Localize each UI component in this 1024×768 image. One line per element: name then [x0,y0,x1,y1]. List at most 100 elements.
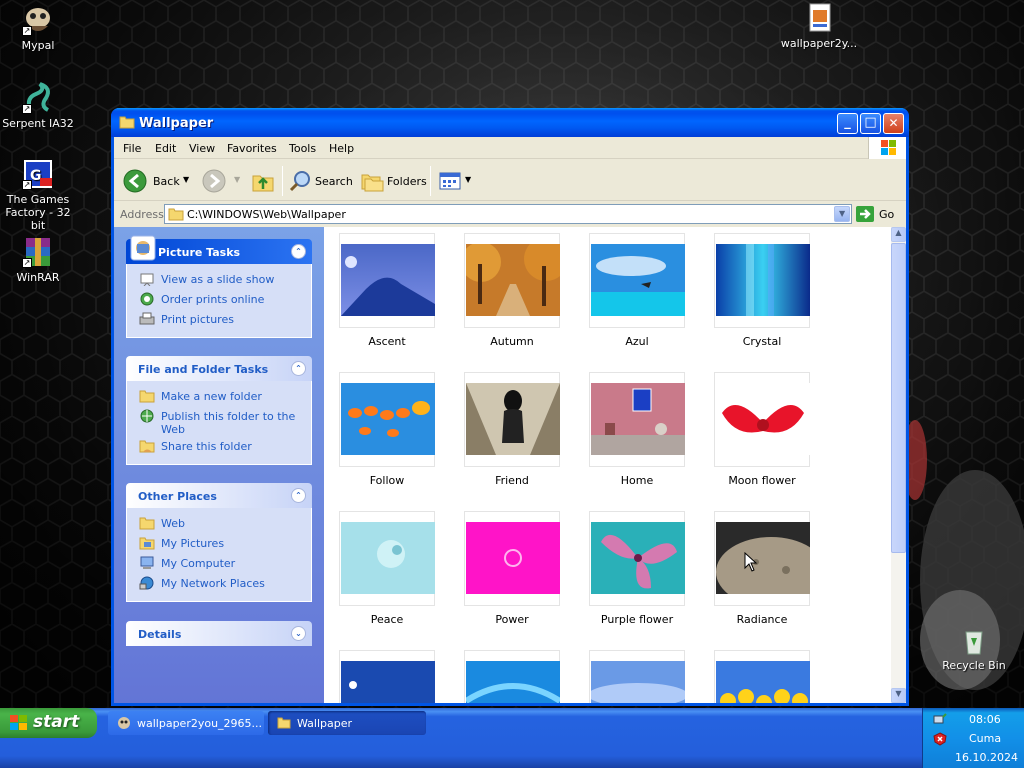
scroll-up-button[interactable]: ▲ [891,227,906,242]
forward-button[interactable]: ▼ [202,168,242,194]
picture-tasks-header[interactable]: Picture Tasks ⌃ [126,235,312,264]
share-folder-link[interactable]: Share this folder [127,438,311,458]
file-folder-tasks-header[interactable]: File and Folder Tasks ⌃ [126,356,312,381]
start-button[interactable]: start [0,708,97,738]
desktop-icon-games-factory[interactable]: G ↗ The Games Factory - 32 bit [0,158,78,232]
radiance-image [716,522,810,594]
folder-icon [168,208,184,221]
go-label[interactable]: Go [879,208,894,221]
other-places-header[interactable]: Other Places ⌃ [126,483,312,508]
order-prints-link[interactable]: Order prints online [127,291,311,311]
desktop-icon-mypal[interactable]: ↗ Mypal [0,4,78,52]
thumbnail-crystal[interactable] [714,233,810,328]
view-slideshow-link[interactable]: View as a slide show [127,271,311,291]
collapse-icon[interactable]: ⌃ [291,244,306,259]
clock-time[interactable]: 08:06 [969,713,1001,726]
publish-web-icon [140,409,154,423]
place-my-computer-link[interactable]: My Computer [127,555,311,575]
place-web-link[interactable]: Web [127,515,311,535]
thumbnail-power[interactable] [464,511,560,606]
collapse-icon[interactable]: ⌃ [291,361,306,376]
desktop-icon-recycle-bin[interactable]: Recycle Bin [934,624,1014,672]
menu-edit[interactable]: Edit [155,142,176,155]
go-button[interactable] [856,206,874,222]
desktop-icon-label: WinRAR [16,271,60,284]
address-input[interactable]: C:\WINDOWS\Web\Wallpaper ▼ [164,204,852,224]
thumbnail-partial[interactable] [589,650,685,703]
title-bar[interactable]: Wallpaper _ □ ✕ [111,108,909,137]
new-folder-link[interactable]: Make a new folder [127,388,311,408]
taskbar-item-wallpaper[interactable]: Wallpaper [268,711,426,735]
details-header[interactable]: Details ⌄ [126,621,312,646]
file-name[interactable]: Peace [325,613,449,626]
explorer-window: Wallpaper _ □ ✕ File Edit View Favorites… [111,108,909,706]
security-alert-icon[interactable] [933,732,947,746]
thumbnail-partial[interactable] [339,650,435,703]
thumbnail-radiance[interactable] [714,511,810,606]
expand-icon[interactable]: ⌄ [291,626,306,641]
minimize-button[interactable]: _ [837,113,858,134]
folders-button[interactable]: Folders [360,168,427,194]
taskbar-item-label: wallpaper2you_2965... [137,717,263,730]
file-name[interactable]: Autumn [450,335,574,348]
file-name[interactable]: Moon flower [700,474,824,487]
file-name[interactable]: Power [450,613,574,626]
file-name[interactable]: Purple flower [575,613,699,626]
file-name[interactable]: Home [575,474,699,487]
vertical-scrollbar[interactable]: ▲ ▼ [891,227,906,703]
scroll-thumb[interactable] [891,243,906,553]
views-icon [439,172,461,190]
menu-file[interactable]: File [123,142,141,155]
file-folder-tasks-title: File and Folder Tasks [138,363,269,376]
thumbnail-ascent[interactable] [339,233,435,328]
file-name[interactable]: Follow [325,474,449,487]
thumbnail-partial[interactable] [464,650,560,703]
collapse-icon[interactable]: ⌃ [291,488,306,503]
details-panel: Details ⌄ [126,621,312,646]
publish-web-link[interactable]: Publish this folder to the Web [127,408,311,438]
maximize-button[interactable]: □ [860,113,881,134]
close-button[interactable]: ✕ [883,113,904,134]
home-image [591,383,685,455]
up-folder-button[interactable] [250,168,276,194]
serpent-icon: ↗ [22,82,54,114]
shortcut-arrow-icon: ↗ [22,26,32,36]
file-name[interactable]: Crystal [700,335,824,348]
thumbnail-autumn[interactable] [464,233,560,328]
search-button[interactable]: Search [288,168,354,194]
taskbar-item-wallpaper2you[interactable]: wallpaper2you_2965... [108,711,264,735]
desktop-icon-label: Serpent IA32 [2,117,74,130]
file-name[interactable]: Ascent [325,335,449,348]
print-pictures-link[interactable]: Print pictures [127,311,311,331]
start-label: start [33,712,80,732]
mypal-icon: ↗ [22,4,54,36]
file-name[interactable]: Azul [575,335,699,348]
azul-image [591,244,685,316]
desktop-icon-wallpaper-file[interactable]: wallpaper2y... [778,2,860,50]
views-button[interactable]: ▼ [438,168,472,194]
place-network-link[interactable]: My Network Places [127,575,311,595]
menu-help[interactable]: Help [329,142,354,155]
thumbnail-partial[interactable] [714,650,810,703]
address-dropdown-button[interactable]: ▼ [834,206,850,222]
thumbnail-friend[interactable] [464,372,560,467]
thumbnail-peace[interactable] [339,511,435,606]
network-tray-icon[interactable] [933,713,947,727]
thumbnail-home[interactable] [589,372,685,467]
forward-arrow-icon [202,169,226,193]
menu-view[interactable]: View [189,142,215,155]
back-button[interactable]: Back ▼ [123,168,193,194]
menu-tools[interactable]: Tools [289,142,316,155]
file-name[interactable]: Friend [450,474,574,487]
desktop-icon-winrar[interactable]: ↗ WinRAR [0,236,78,284]
new-folder-icon [139,390,155,403]
thumbnail-purple-flower[interactable] [589,511,685,606]
thumbnail-azul[interactable] [589,233,685,328]
thumbnail-follow[interactable] [339,372,435,467]
file-name[interactable]: Radiance [700,613,824,626]
desktop-icon-serpent[interactable]: ↗ Serpent IA32 [0,82,78,130]
menu-favorites[interactable]: Favorites [227,142,277,155]
place-my-pictures-link[interactable]: My Pictures [127,535,311,555]
scroll-down-button[interactable]: ▼ [891,688,906,703]
thumbnail-moon-flower[interactable] [714,372,810,467]
